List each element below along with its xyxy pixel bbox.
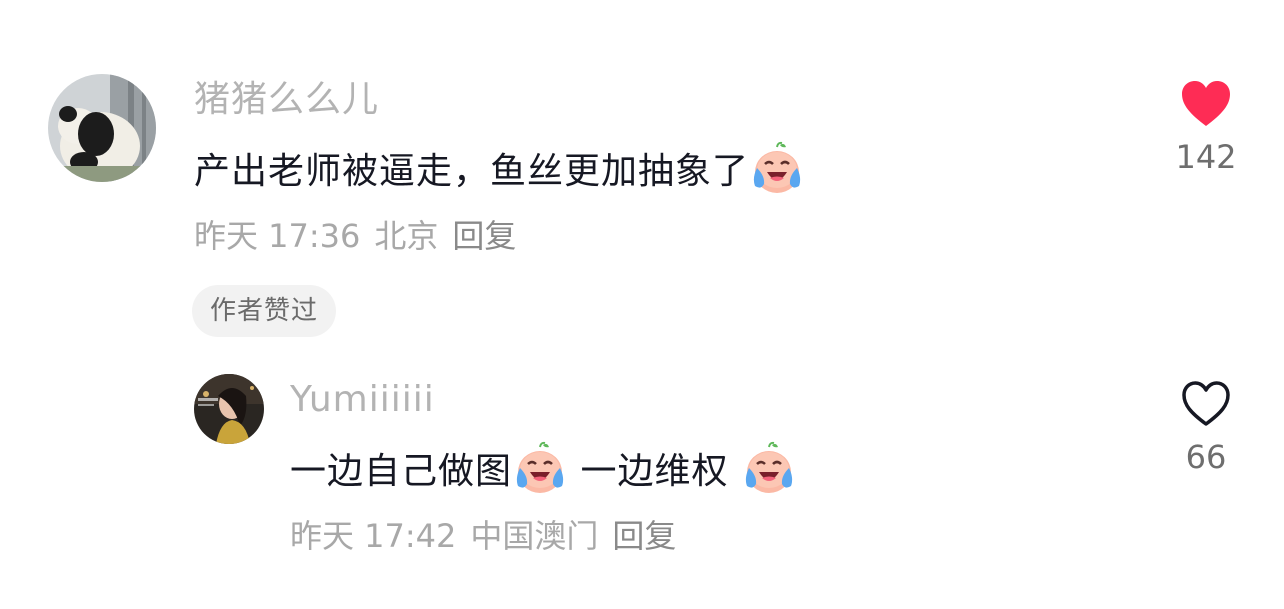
author-liked-badge: 作者赞过 xyxy=(192,285,337,337)
comment-meta: 昨天 17:36 北京 回复 xyxy=(194,216,516,256)
comment-time: 昨天 17:36 xyxy=(194,217,361,255)
avatar[interactable] xyxy=(194,374,264,444)
comment-username[interactable]: 猪猪么么儿 xyxy=(194,78,379,122)
avatar[interactable] xyxy=(48,74,156,182)
like-button[interactable]: 142 xyxy=(1156,80,1256,176)
comment-text-content: 一边自己做图 xyxy=(290,451,513,492)
comment-time: 昨天 17:42 xyxy=(290,517,457,555)
like-button[interactable]: 66 xyxy=(1156,380,1256,476)
heart-outline-icon xyxy=(1156,380,1256,428)
crying-laughing-face-icon xyxy=(512,440,568,496)
heart-filled-icon xyxy=(1156,80,1256,128)
crying-laughing-face-icon xyxy=(741,440,797,496)
comment-location: 北京 xyxy=(374,217,439,255)
comment-username[interactable]: Yumiiiiii xyxy=(290,378,435,422)
comment-meta: 昨天 17:42 中国澳门 回复 xyxy=(290,516,676,556)
comment-text: 一边自己做图 一边维权 xyxy=(290,440,797,496)
reply-button[interactable]: 回复 xyxy=(452,216,516,256)
like-count: 142 xyxy=(1175,138,1237,176)
comment-text: 产出老师被逼走，鱼丝更加抽象了 xyxy=(194,140,805,196)
like-count: 66 xyxy=(1185,438,1227,476)
comment-text-content: 一边维权 xyxy=(568,451,741,492)
reply-button[interactable]: 回复 xyxy=(612,516,676,556)
comment-text-content: 产出老师被逼走，鱼丝更加抽象了 xyxy=(194,151,750,192)
crying-laughing-face-icon xyxy=(749,140,805,196)
comment-location: 中国澳门 xyxy=(470,517,599,555)
